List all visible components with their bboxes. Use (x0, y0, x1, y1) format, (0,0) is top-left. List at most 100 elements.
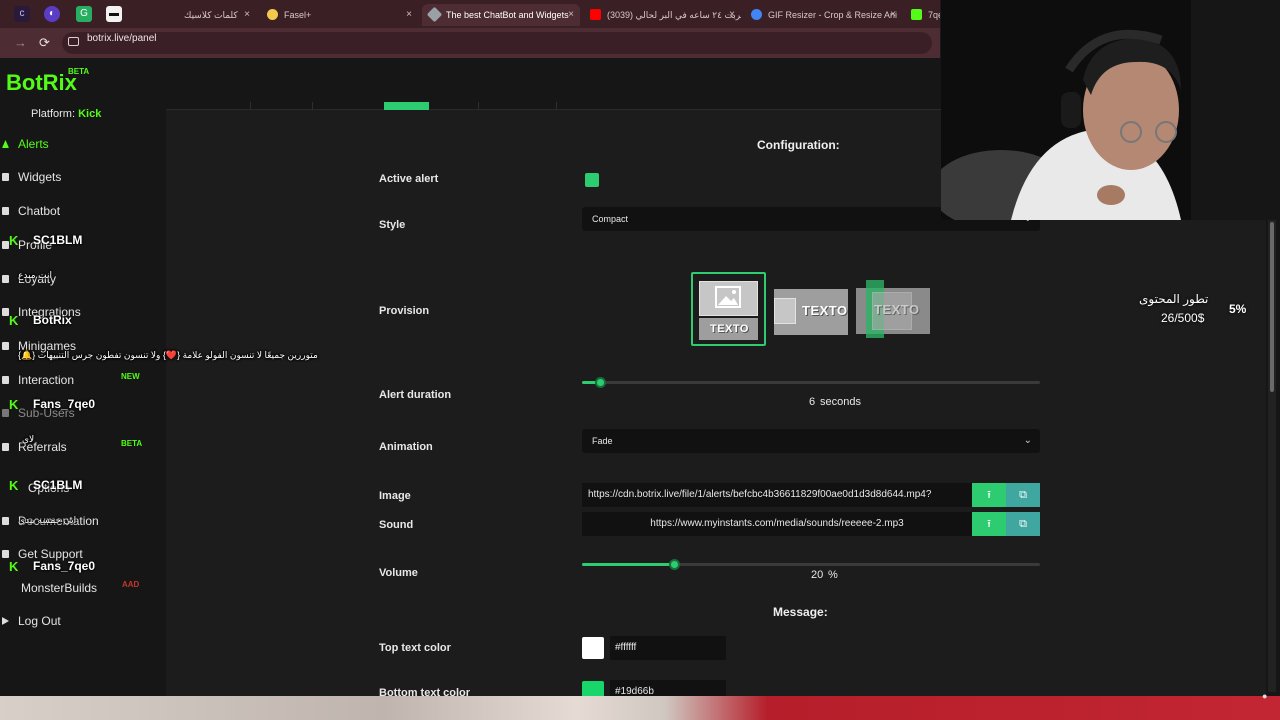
kick-icon: K (9, 313, 19, 328)
kick-icon: K (9, 397, 19, 412)
sidebar-item-chatbot[interactable]: Chatbot (0, 200, 150, 222)
chat-message: لاي (22, 434, 35, 444)
bell-icon (2, 140, 9, 148)
tab-title: (3039) جربت ٢٤ ساعه في البر لحالي (607, 10, 741, 20)
volume-label: Volume (379, 567, 418, 579)
reload-icon[interactable]: ⟳ (39, 35, 50, 51)
extension-g-icon[interactable]: G (76, 6, 92, 22)
tab-title: كلمات كلاسيك (184, 10, 238, 20)
volume-value: 20 (811, 569, 824, 581)
image-gallery-button[interactable]: ⧉ (1006, 483, 1040, 507)
youtube-icon (590, 9, 601, 20)
alert-duration-unit: seconds (820, 396, 861, 408)
goal-title: تطور المحتوى (1139, 292, 1209, 306)
top-text-color-label: Top text color (379, 642, 451, 654)
extension-twitch-icon[interactable]: ◐ (44, 6, 60, 22)
style-label: Style (379, 219, 406, 231)
documentation-icon (2, 517, 9, 525)
alert-duration-value: 6 (809, 396, 816, 408)
provision-option-side[interactable]: TEXTO (774, 289, 848, 335)
sidebar-item-widgets[interactable]: Widgets (0, 166, 150, 188)
tab-close-icon[interactable]: × (244, 4, 250, 26)
volume-unit: % (828, 569, 838, 581)
tab-close-icon[interactable]: × (729, 4, 735, 26)
provision-option-stacked[interactable]: TEXTO (691, 272, 766, 346)
chat-username: Fans_7qe0 (33, 397, 96, 411)
sound-upload-button[interactable]: ⭱ (972, 512, 1006, 536)
logout-icon (2, 617, 9, 625)
alert-duration-label: Alert duration (379, 389, 452, 401)
upload-icon: ⭱ (987, 489, 991, 501)
goal-percent: 5% (1229, 302, 1247, 316)
image-upload-button[interactable]: ⭱ (972, 483, 1006, 507)
browser-tab[interactable]: (3039) جربت ٢٤ ساعه في البر لحالي × (583, 4, 741, 26)
tab-close-icon[interactable]: × (406, 4, 412, 26)
alert-duration-slider[interactable] (582, 377, 1040, 388)
tab-separator (556, 102, 557, 110)
configuration-title: Configuration: (757, 138, 840, 152)
tab-title: GIF Resizer - Crop & Resize Ani (768, 10, 898, 20)
browser-tab[interactable]: Fasel+ × (260, 4, 418, 26)
platform-label: Platform: (31, 108, 76, 120)
browser-tab[interactable]: كلمات كلاسيك × (160, 4, 256, 26)
image-url-input[interactable]: https://cdn.botrix.live/file/1/alerts/be… (582, 483, 972, 507)
top-text-color-swatch[interactable] (582, 637, 604, 659)
chat-message: ابي خمسه بيدي (18, 515, 77, 525)
slider-handle[interactable] (668, 559, 680, 570)
tab-separator (250, 102, 251, 110)
active-alert-checkbox[interactable] (585, 173, 599, 187)
url-text[interactable]: botrix.live/panel (87, 33, 156, 44)
tab-title: The best ChatBot and Widgets (446, 10, 569, 20)
site-info-icon[interactable] (68, 37, 79, 46)
tab-close-icon[interactable]: × (890, 4, 896, 26)
extension-box-icon[interactable]: ▬ (106, 6, 122, 22)
gallery-icon: ⧉ (1019, 489, 1027, 501)
new-badge: NEW (121, 372, 140, 381)
provision-label: Provision (379, 305, 430, 317)
top-text-color-input[interactable]: #ffffff (610, 636, 726, 660)
image-placeholder-icon (699, 281, 758, 316)
scrollbar-thumb[interactable] (1270, 222, 1274, 392)
tab-favicon-icon (267, 9, 278, 20)
sponsor-badge: AAD (122, 580, 140, 589)
microphone-icon: ● (1262, 691, 1268, 701)
extension-c-icon[interactable]: c (14, 6, 30, 22)
sidebar-item-alerts[interactable]: Alerts (0, 133, 150, 155)
active-tab-indicator[interactable] (384, 102, 429, 110)
interaction-icon (2, 376, 9, 384)
kick-icon: K (9, 478, 19, 493)
tab-separator (478, 102, 479, 110)
botrix-logo[interactable]: BotRix (6, 70, 77, 96)
kick-icon: K (9, 233, 19, 248)
chevron-down-icon: ⌄ (1023, 435, 1032, 446)
active-alert-label: Active alert (379, 173, 439, 185)
tab-favicon-icon (167, 9, 178, 20)
browser-tab-active[interactable]: The best ChatBot and Widgets × (422, 4, 580, 26)
tab-close-icon[interactable]: × (568, 4, 574, 26)
chat-username: SC1BLM (33, 233, 83, 247)
sub-users-icon (2, 409, 9, 417)
animation-select[interactable]: Fade ⌄ (582, 429, 1040, 453)
referrals-icon (2, 443, 9, 451)
tab-favicon-icon (426, 6, 443, 23)
provision-option-overlay[interactable]: TEXTO (856, 280, 930, 338)
chat-username: Fans_7qe0 (33, 559, 96, 573)
sound-gallery-button[interactable]: ⧉ (1006, 512, 1040, 536)
platform-indicator: Platform: Kick (31, 108, 101, 120)
webcam-overlay (941, 0, 1280, 220)
sidebar-item-log-out[interactable]: Log Out (0, 610, 150, 632)
sound-url-input[interactable]: https://www.myinstants.com/media/sounds/… (582, 512, 972, 536)
back-icon[interactable]: → (14, 35, 27, 50)
browser-tab[interactable]: 7qe (904, 4, 940, 26)
panel-tab-strip (166, 102, 941, 110)
beta-tag: BETA (68, 67, 90, 76)
chat-username: BotRix (33, 313, 72, 327)
slider-fill (582, 563, 674, 566)
loyalty-icon (2, 275, 9, 283)
chatbot-icon (2, 207, 9, 215)
integrations-icon (2, 308, 9, 316)
browser-tab[interactable]: GIF Resizer - Crop & Resize Ani × (744, 4, 902, 26)
url-field[interactable] (62, 32, 932, 54)
browser-tab-bar: c ◐ G ▬ كلمات كلاسيك × Fasel+ × The best… (0, 0, 940, 28)
volume-slider[interactable] (582, 559, 1040, 570)
